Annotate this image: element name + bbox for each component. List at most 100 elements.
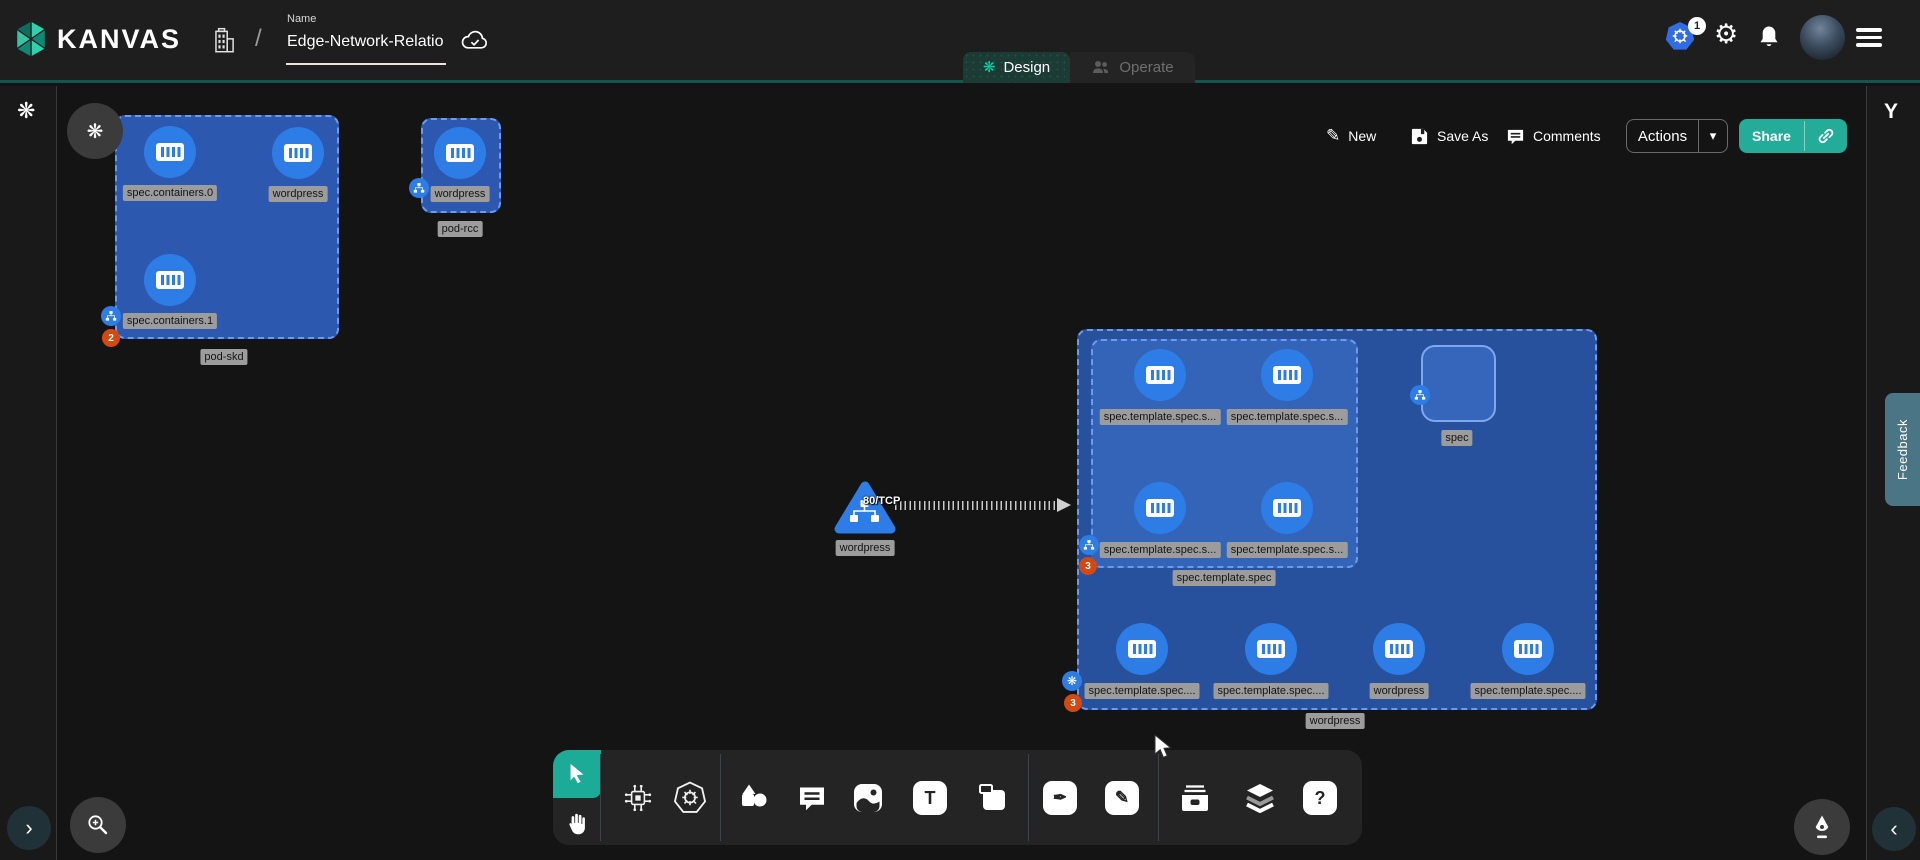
node-label: spec.template.spec.s... <box>1100 409 1221 425</box>
count-badge[interactable]: 3 <box>1064 694 1082 712</box>
expand-left-panel-button[interactable]: › <box>7 806 51 850</box>
comments-button[interactable]: Comments <box>1506 121 1601 151</box>
actions-button[interactable]: Actions ▾ <box>1626 119 1728 153</box>
container-node-wordpress[interactable] <box>272 127 324 179</box>
organization-icon[interactable] <box>211 26 237 56</box>
frame-tool-button[interactable] <box>973 778 1013 818</box>
container-icon <box>1272 363 1302 387</box>
help-tool-button[interactable]: ? <box>1300 778 1340 818</box>
container-node-spec-containers-0[interactable] <box>144 126 196 178</box>
shapes-tool-button[interactable] <box>733 778 773 818</box>
layers-tool-button[interactable] <box>1240 778 1280 818</box>
save-icon <box>1410 127 1429 146</box>
sitemap-icon <box>1083 539 1095 551</box>
kanvas-hexagon-icon <box>13 18 49 60</box>
relationship-badge[interactable] <box>409 178 429 198</box>
relationship-badge[interactable] <box>101 306 121 326</box>
select-tool-button[interactable] <box>553 750 601 798</box>
pencil-tool-button[interactable]: ✎ <box>1102 778 1142 818</box>
brand-name: KANVAS <box>57 24 181 55</box>
container-icon <box>1384 637 1414 661</box>
hamburger-menu-icon[interactable] <box>1856 28 1882 47</box>
spec-node[interactable] <box>1421 345 1496 422</box>
zoom-button[interactable] <box>70 797 126 853</box>
count-badge[interactable]: 3 <box>1079 557 1097 575</box>
user-avatar[interactable] <box>1800 15 1845 60</box>
ink-pen-button[interactable] <box>1794 799 1850 855</box>
components-tool-button[interactable] <box>618 778 658 818</box>
container-node-deploy-2[interactable] <box>1373 623 1425 675</box>
tab-design-label: Design <box>1003 59 1050 76</box>
share-button[interactable]: Share <box>1739 119 1847 153</box>
actions-label: Actions <box>1627 120 1698 152</box>
container-node-spec-containers-1[interactable] <box>144 254 196 306</box>
count-badge[interactable]: 2 <box>102 329 120 347</box>
node-label: spec.template.spec.s... <box>1227 409 1348 425</box>
container-node-template-1[interactable] <box>1261 349 1313 401</box>
tab-operate[interactable]: Operate <box>1070 52 1195 83</box>
image-tool-button[interactable] <box>848 778 888 818</box>
feedback-tab[interactable]: Feedback <box>1885 393 1920 506</box>
node-label: wordpress <box>269 186 328 202</box>
container-node-wordpress-rcc[interactable] <box>434 127 486 179</box>
design-name-underline <box>286 63 446 65</box>
node-label: spec.template.spec.s... <box>1100 542 1221 558</box>
node-label: spec.containers.0 <box>123 185 217 201</box>
help-glyph: ? <box>1303 781 1337 815</box>
container-icon <box>1127 637 1157 661</box>
pen-tool-button[interactable]: ✒ <box>1040 778 1080 818</box>
group-label-pod-rcc: pod-rcc <box>438 221 483 237</box>
kubernetes-tool-button[interactable] <box>670 778 710 818</box>
comment-icon <box>1506 127 1525 146</box>
left-sidebar: ❋ › <box>0 86 57 860</box>
toolbar-divider <box>1158 754 1159 841</box>
edge-service-to-deployment[interactable] <box>895 501 1058 510</box>
save-as-button[interactable]: Save As <box>1410 121 1488 151</box>
deployment-badge[interactable]: ❋ <box>1062 671 1082 691</box>
pan-tool-button[interactable] <box>556 806 598 842</box>
zoom-in-icon <box>86 813 110 837</box>
shapes-icon <box>737 783 769 813</box>
container-node-deploy-3[interactable] <box>1502 623 1554 675</box>
text-tool-button[interactable]: T <box>910 778 950 818</box>
new-button[interactable]: ✎ New <box>1326 121 1376 151</box>
chip-icon <box>622 782 654 814</box>
actions-caret-icon[interactable]: ▾ <box>1699 120 1727 152</box>
design-name-input[interactable]: Edge-Network-Relatio <box>287 33 445 51</box>
service-triangle-icon <box>833 478 897 536</box>
copy-link-button[interactable] <box>1805 119 1847 153</box>
hand-icon <box>564 811 590 837</box>
comments-label: Comments <box>1533 128 1601 144</box>
container-node-template-2[interactable] <box>1134 482 1186 534</box>
node-label: spec.containers.1 <box>123 313 217 329</box>
container-node-template-3[interactable] <box>1261 482 1313 534</box>
new-label: New <box>1348 128 1376 144</box>
canvas-toolbar: T ✒ ✎ <box>553 750 1362 845</box>
toolbar-divider <box>1028 754 1029 841</box>
group-spec-template-spec[interactable] <box>1091 339 1358 568</box>
settings-gear-icon[interactable]: ⚙ <box>1714 21 1738 48</box>
meshery-spiral-icon[interactable]: ❋ <box>17 98 35 124</box>
container-node-template-0[interactable] <box>1134 349 1186 401</box>
drawer-tool-button[interactable] <box>1175 778 1215 818</box>
chevron-right-icon: › <box>25 815 32 841</box>
container-icon <box>283 141 313 165</box>
node-label: spec.template.spec.s... <box>1227 542 1348 558</box>
toolbar-divider <box>720 754 721 841</box>
tab-design[interactable]: ❋ Design <box>963 52 1070 83</box>
relationship-badge[interactable] <box>1410 385 1430 405</box>
notifications-bell-icon[interactable] <box>1757 24 1781 50</box>
comment-tool-button[interactable] <box>792 778 832 818</box>
flower-icon: ❋ <box>87 119 104 144</box>
container-node-deploy-0[interactable] <box>1116 623 1168 675</box>
kanvas-logo[interactable]: KANVAS <box>13 18 181 60</box>
container-icon <box>445 141 475 165</box>
service-node-wordpress[interactable] <box>833 478 897 541</box>
container-node-deploy-1[interactable] <box>1245 623 1297 675</box>
kubernetes-count-badge[interactable]: 1 <box>1688 17 1706 35</box>
y-tool-icon[interactable]: Y <box>1884 100 1898 124</box>
dock-flower-button[interactable]: ❋ <box>67 103 123 159</box>
expand-right-panel-button[interactable]: ‹ <box>1872 807 1916 851</box>
relationship-badge[interactable] <box>1079 535 1099 555</box>
pen-tool-glyph: ✒ <box>1043 781 1077 815</box>
